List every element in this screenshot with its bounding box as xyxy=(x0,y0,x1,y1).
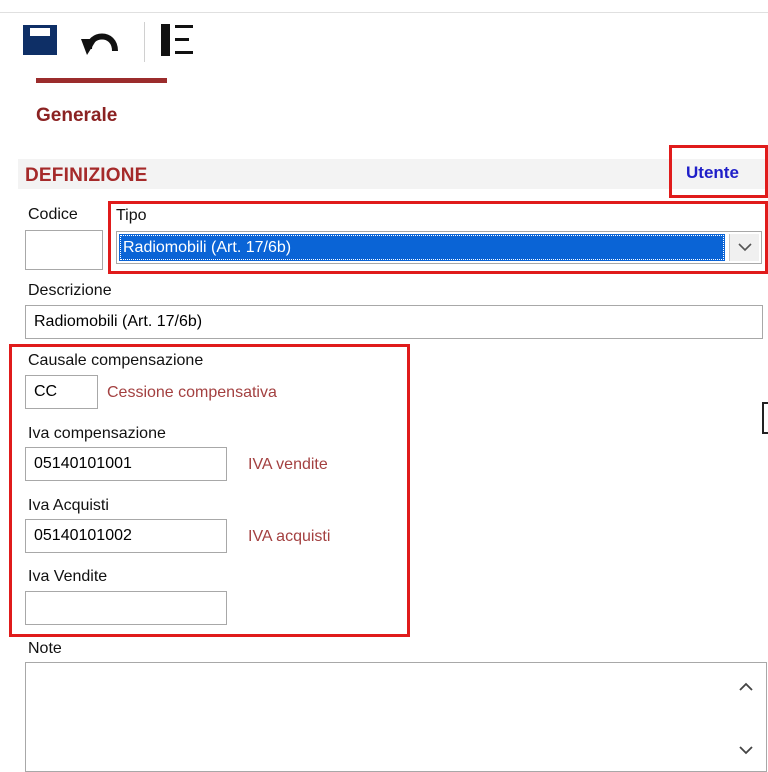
scroll-down-button[interactable] xyxy=(736,741,756,761)
toolbar-separator xyxy=(144,22,145,62)
section-title: DEFINIZIONE xyxy=(25,165,148,186)
tipo-dropdown-button[interactable] xyxy=(729,234,759,261)
causale-description: Cessione compensativa xyxy=(107,384,277,401)
utente-link[interactable]: Utente xyxy=(686,163,739,183)
tipo-label: Tipo xyxy=(116,207,147,224)
list-button[interactable] xyxy=(152,20,200,64)
descrizione-label: Descrizione xyxy=(28,282,112,299)
tab-generale[interactable]: Generale xyxy=(36,105,117,127)
iva-vendite-input[interactable] xyxy=(25,591,227,625)
undo-icon xyxy=(81,23,121,62)
iva-acquisti-input[interactable]: 05140101002 xyxy=(25,519,227,553)
note-textarea[interactable] xyxy=(25,662,767,772)
iva-acquisti-label: Iva Acquisti xyxy=(28,497,109,514)
codice-input[interactable] xyxy=(25,230,103,270)
chevron-down-icon xyxy=(739,742,753,760)
scroll-up-button[interactable] xyxy=(736,677,756,697)
causale-label: Causale compensazione xyxy=(28,352,204,369)
tipo-select[interactable]: Radiomobili (Art. 17/6b) xyxy=(116,231,762,264)
save-button[interactable] xyxy=(18,20,62,64)
toolbar-top-border xyxy=(0,12,768,13)
iva-acquisti-description: IVA acquisti xyxy=(248,528,331,545)
causale-input[interactable]: CC xyxy=(25,375,98,409)
iva-vendite-label: Iva Vendite xyxy=(28,568,108,585)
descrizione-input[interactable]: Radiomobili (Art. 17/6b) xyxy=(25,305,763,339)
iva-compensazione-input[interactable]: 05140101001 xyxy=(25,447,227,481)
chevron-up-icon xyxy=(739,678,753,696)
chevron-down-icon xyxy=(737,239,752,257)
iva-compensazione-description: IVA vendite xyxy=(248,456,328,473)
note-label: Note xyxy=(28,640,62,657)
tab-active-indicator xyxy=(36,78,167,83)
codice-label: Codice xyxy=(28,206,78,223)
undo-button[interactable] xyxy=(76,20,126,64)
list-icon xyxy=(156,22,196,63)
tipo-selected-value: Radiomobili (Art. 17/6b) xyxy=(119,234,725,261)
save-icon xyxy=(23,24,57,60)
clipped-control-edge xyxy=(762,402,768,434)
iva-compensazione-label: Iva compensazione xyxy=(28,425,166,442)
